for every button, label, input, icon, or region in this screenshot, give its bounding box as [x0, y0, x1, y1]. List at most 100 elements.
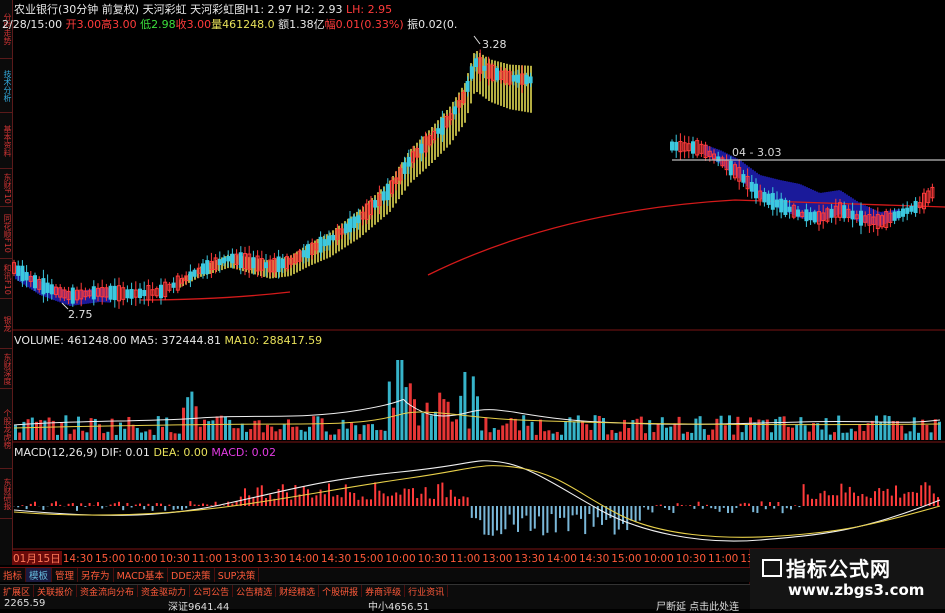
time-tick: 15:00 — [611, 553, 642, 565]
candle-body — [495, 67, 499, 81]
candle-body — [511, 75, 516, 82]
volume-bar — [719, 415, 723, 440]
kline-chart[interactable]: 04 - 3.03 3.28 2.75 — [0, 0, 945, 609]
candle-body — [419, 143, 424, 154]
volume-bar — [383, 430, 387, 440]
time-tick: 13:30 — [514, 553, 545, 565]
volume-bar — [463, 371, 467, 440]
volume-bar — [429, 415, 433, 440]
candle-body — [482, 65, 487, 71]
extension-tab-7[interactable]: 个股研报 — [319, 585, 363, 597]
volume-bar — [728, 415, 731, 440]
volume-bar — [350, 422, 353, 440]
candle-body — [251, 257, 256, 269]
candle-body — [91, 286, 96, 300]
candle-body — [112, 285, 117, 301]
volume-bar — [194, 406, 198, 440]
connection-link[interactable]: 尸断延 点击此处连 — [656, 598, 739, 613]
volume-header: VOLUME: 461248.00 MA5: 372444.81 MA10: 2… — [14, 334, 322, 347]
watermark-badge: 指标公式网 www.zbgs3.com — [750, 549, 945, 609]
volume-bar — [287, 419, 290, 440]
volume-bar — [816, 423, 820, 440]
volume-bar — [572, 421, 576, 440]
toolbar-tab-1[interactable]: 模板 — [26, 568, 53, 582]
candle-body — [306, 244, 310, 259]
extension-tab-6[interactable]: 财经精选 — [276, 585, 320, 597]
volume-bar — [581, 420, 584, 440]
candle-body — [440, 117, 445, 135]
toolbar-tab-5[interactable]: DDE决策 — [168, 568, 215, 582]
volume-bar — [446, 401, 450, 440]
candle-body — [775, 199, 779, 208]
volume-bar — [85, 432, 89, 440]
volume-bar — [421, 413, 425, 440]
volume-bar — [110, 418, 114, 440]
candle-body — [348, 218, 352, 233]
volume-bar — [459, 395, 463, 440]
volume-bar — [106, 431, 110, 440]
volume-bar — [119, 422, 122, 440]
volume-bar — [140, 432, 143, 440]
volume-bar — [417, 425, 421, 440]
candle-body — [318, 236, 323, 253]
volume-bar — [862, 430, 866, 440]
candle-body — [796, 209, 800, 217]
volume-bar — [68, 433, 72, 440]
status-bar: 扩展区 关联报价 资金流向分布 资金驱动力 公司公告 公告精选 财经精选 个股研报 券商评级 行业… — [0, 584, 750, 613]
volume-bar — [778, 416, 782, 440]
monitor-icon — [762, 559, 782, 577]
candle-body — [217, 259, 222, 266]
extension-tab-5[interactable]: 公告精选 — [233, 585, 277, 597]
volume-bar — [102, 433, 106, 440]
extension-tab-1[interactable]: 关联报价 — [34, 585, 78, 597]
volume-bar — [144, 431, 148, 440]
extension-tab-8[interactable]: 券商评级 — [362, 585, 406, 597]
extension-tab-row: 扩展区 关联报价 资金流向分布 资金驱动力 公司公告 公告精选 财经精选 个股研报 券商评级 行业… — [0, 584, 750, 597]
volume-bar — [450, 421, 454, 440]
toolbar-tab-2[interactable]: 管理 — [52, 568, 79, 582]
toolbar-tab-6[interactable]: SUP决策 — [215, 568, 260, 582]
toolbar-tab-4[interactable]: MACD基本 — [114, 568, 169, 582]
volume-bar — [211, 420, 215, 440]
volume-bar — [56, 434, 59, 440]
time-tick: 13:00 — [482, 553, 513, 565]
volume-bar — [177, 433, 181, 440]
time-tick: 01月15日 — [12, 551, 62, 565]
low-price-label: 2.75 — [68, 308, 93, 321]
time-tick: 11:00 — [708, 553, 739, 565]
volume-bar — [345, 428, 349, 440]
volume-bar — [833, 432, 836, 440]
candle-body — [465, 80, 470, 92]
volume-bar — [77, 416, 80, 440]
extension-tab-9[interactable]: 行业资讯 — [405, 585, 449, 597]
toolbar-tab-3[interactable]: 另存为 — [78, 568, 114, 582]
extension-tab-4[interactable]: 公司公告 — [190, 585, 234, 597]
candle-body — [670, 141, 674, 151]
watermark-url: www.zbgs3.com — [788, 581, 925, 599]
volume-bar — [795, 424, 799, 440]
volume-bar — [371, 424, 374, 440]
extension-tab-2[interactable]: 资金流向分布 — [77, 585, 139, 597]
candle-body — [188, 271, 193, 281]
candle-body — [469, 66, 474, 79]
volume-bar — [249, 429, 253, 440]
extension-tab-0[interactable]: 扩展区 — [0, 585, 35, 597]
time-tick: 10:00 — [127, 553, 158, 565]
volume-bar — [539, 419, 542, 440]
extension-tab-3[interactable]: 资金驱动力 — [138, 585, 191, 597]
toolbar-tab-0[interactable]: 指标 — [0, 568, 27, 582]
volume-bar — [299, 429, 303, 440]
volume-bar — [904, 433, 908, 440]
candle-body — [749, 181, 754, 192]
candle-body — [205, 260, 210, 275]
time-tick: 13:30 — [256, 553, 287, 565]
volume-bar — [379, 429, 383, 440]
volume-bar — [807, 431, 811, 440]
volume-bar — [849, 428, 853, 440]
volume-bar — [261, 432, 265, 440]
volume-bar — [51, 420, 55, 440]
volume-bar — [173, 433, 177, 440]
volume-bar — [799, 417, 803, 440]
volume-bar — [715, 418, 719, 440]
ma10-label: MA10: 288417.59 — [224, 334, 323, 347]
